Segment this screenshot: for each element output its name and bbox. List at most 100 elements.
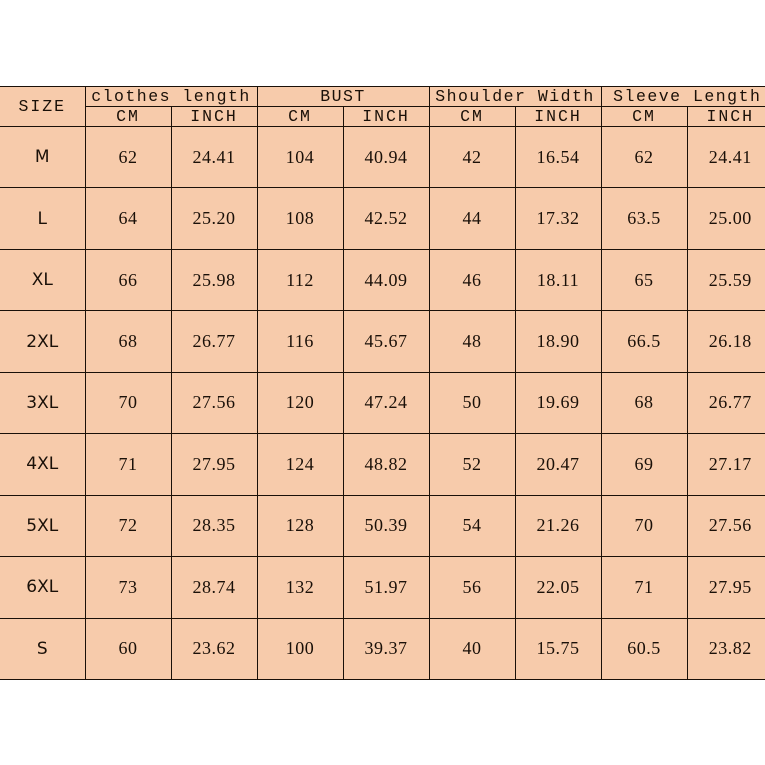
measurement-cell: 48.82: [342, 433, 430, 496]
measurement-cell: 42: [428, 125, 516, 189]
measurement-cell: 23.62: [170, 618, 258, 680]
measurement-cell: 108: [256, 187, 344, 250]
measurement-cell: 27.56: [170, 371, 258, 435]
measurement-cell: 42.52: [342, 187, 430, 250]
measurement-cell: 25.00: [686, 187, 765, 250]
table-body: M 62 24.41 104 40.94 42 16.54 62 24.41 L 64 25.20 10…: [0, 125, 765, 680]
group-header-sleeve-length: Sleeve Length: [600, 86, 765, 107]
measurement-cell: 104: [256, 125, 344, 189]
measurement-cell: 62: [84, 125, 172, 189]
size-label-cell: 4XL: [0, 433, 86, 496]
measurement-cell: 100: [256, 618, 344, 680]
measurement-cell: 19.69: [514, 371, 602, 435]
measurement-cell: 23.82: [686, 618, 765, 680]
measurement-cell: 46: [428, 248, 516, 312]
measurement-cell: 120: [256, 371, 344, 435]
measurement-cell: 27.56: [686, 494, 765, 558]
measurement-cell: 68: [600, 371, 688, 435]
measurement-cell: 65: [600, 248, 688, 312]
table-row: XL 66 25.98 112 44.09 46 18.11 65 25.59: [0, 248, 765, 312]
measurement-cell: 132: [256, 556, 344, 619]
measurement-cell: 48: [428, 310, 516, 373]
measurement-cell: 128: [256, 494, 344, 558]
measurement-cell: 62: [600, 125, 688, 189]
measurement-cell: 70: [600, 494, 688, 558]
unit-header-shoulder-inch: INCH: [514, 106, 602, 127]
measurement-cell: 28.35: [170, 494, 258, 558]
measurement-cell: 47.24: [342, 371, 430, 435]
size-column-header: SIZE: [0, 86, 86, 127]
measurement-cell: 40: [428, 618, 516, 680]
measurement-cell: 39.37: [342, 618, 430, 680]
measurement-cell: 69: [600, 433, 688, 496]
size-label-cell: L: [0, 187, 86, 250]
measurement-cell: 52: [428, 433, 516, 496]
unit-header-clothes-length-cm: CM: [85, 106, 172, 127]
unit-header-clothes-length-inch: INCH: [170, 106, 258, 127]
measurement-cell: 71: [600, 556, 688, 619]
measurement-cell: 45.67: [342, 310, 430, 373]
measurement-cell: 16.54: [514, 125, 602, 189]
measurement-cell: 17.32: [514, 187, 602, 250]
measurement-cell: 60: [84, 618, 172, 680]
measurement-cell: 28.74: [170, 556, 258, 619]
measurement-cell: 66: [84, 248, 172, 312]
size-label-cell: 3XL: [0, 371, 86, 435]
measurement-cell: 26.18: [686, 310, 765, 373]
measurement-cell: 66.5: [600, 310, 688, 373]
table-row: 2XL 68 26.77 116 45.67 48 18.90 66.5 26.18: [0, 310, 765, 373]
unit-header-row: CM INCH CM INCH CM INCH CM INCH: [0, 106, 765, 127]
measurement-cell: 40.94: [342, 125, 430, 189]
size-label-cell: 6XL: [0, 556, 86, 619]
measurement-cell: 25.20: [170, 187, 258, 250]
measurement-cell: 18.90: [514, 310, 602, 373]
table-row: L 64 25.20 108 42.52 44 17.32 63.5 25.00: [0, 187, 765, 250]
measurement-cell: 50.39: [342, 494, 430, 558]
size-label-cell: 5XL: [0, 494, 86, 558]
measurement-cell: 50: [428, 371, 516, 435]
measurement-cell: 27.95: [686, 556, 765, 619]
table-row: 4XL 71 27.95 124 48.82 52 20.47 69 27.17: [0, 433, 765, 496]
measurement-cell: 24.41: [686, 125, 765, 189]
measurement-cell: 71: [84, 433, 172, 496]
size-chart-table: SIZE clothes length BUST Shoulder Width …: [0, 86, 765, 680]
table-row: S 60 23.62 100 39.37 40 15.75 60.5 23.82: [0, 618, 765, 680]
measurement-cell: 21.26: [514, 494, 602, 558]
size-label-cell: S: [0, 618, 86, 680]
measurement-cell: 26.77: [170, 310, 258, 373]
unit-header-bust-cm: CM: [256, 106, 344, 127]
measurement-cell: 68: [84, 310, 172, 373]
measurement-cell: 54: [428, 494, 516, 558]
size-chart-container: SIZE clothes length BUST Shoulder Width …: [0, 86, 765, 680]
unit-header-bust-inch: INCH: [342, 106, 430, 127]
table-row: 6XL 73 28.74 132 51.97 56 22.05 71 27.95: [0, 556, 765, 619]
measurement-cell: 20.47: [514, 433, 602, 496]
table-header: SIZE clothes length BUST Shoulder Width …: [0, 86, 765, 127]
measurement-cell: 18.11: [514, 248, 602, 312]
group-header-shoulder-width: Shoulder Width: [428, 86, 602, 107]
measurement-cell: 24.41: [170, 125, 258, 189]
measurement-cell: 124: [256, 433, 344, 496]
measurement-cell: 22.05: [514, 556, 602, 619]
measurement-cell: 60.5: [600, 618, 688, 680]
measurement-cell: 26.77: [686, 371, 765, 435]
unit-header-sleeve-inch: INCH: [686, 106, 765, 127]
unit-header-shoulder-cm: CM: [428, 106, 516, 127]
size-label-cell: M: [0, 125, 86, 189]
measurement-cell: 44.09: [342, 248, 430, 312]
measurement-cell: 56: [428, 556, 516, 619]
table-row: 3XL 70 27.56 120 47.24 50 19.69 68 26.77: [0, 371, 765, 435]
table-row: 5XL 72 28.35 128 50.39 54 21.26 70 27.56: [0, 494, 765, 558]
unit-header-sleeve-cm: CM: [600, 106, 688, 127]
measurement-cell: 72: [84, 494, 172, 558]
measurement-cell: 70: [84, 371, 172, 435]
measurement-cell: 51.97: [342, 556, 430, 619]
table-row: M 62 24.41 104 40.94 42 16.54 62 24.41: [0, 125, 765, 189]
measurement-cell: 64: [84, 187, 172, 250]
measurement-cell: 15.75: [514, 618, 602, 680]
group-header-row: SIZE clothes length BUST Shoulder Width …: [0, 86, 765, 127]
size-label-cell: 2XL: [0, 310, 86, 373]
group-header-clothes-length: clothes length: [84, 86, 258, 107]
measurement-cell: 25.98: [170, 248, 258, 312]
measurement-cell: 116: [256, 310, 344, 373]
